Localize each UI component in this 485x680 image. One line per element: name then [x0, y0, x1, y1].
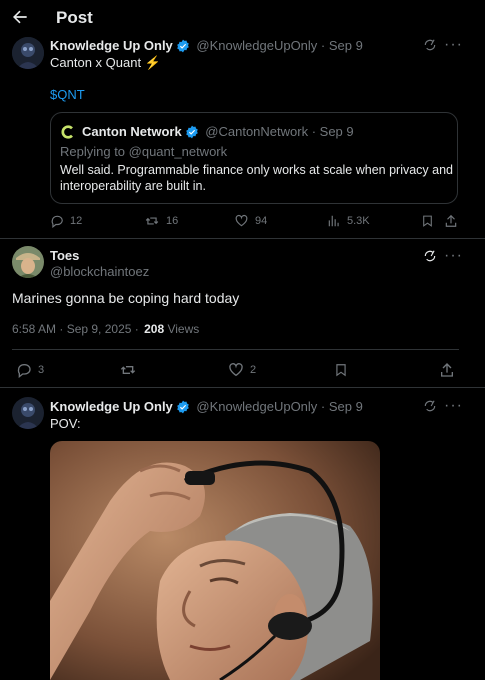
more-options-icon[interactable]: ··· — [444, 36, 463, 54]
views-label: Views — [167, 322, 200, 336]
reply-icon — [17, 364, 31, 378]
share-button[interactable] — [444, 214, 458, 228]
like-count: 94 — [255, 215, 268, 227]
views-count: 5.3K — [347, 215, 370, 227]
post-text: POV: — [50, 416, 81, 431]
post-date[interactable]: · Sep 9 — [321, 38, 363, 53]
author-handle[interactable]: @blockchaintoez — [50, 264, 149, 279]
bookmark-button[interactable] — [421, 214, 434, 228]
avatar[interactable] — [12, 37, 44, 69]
bookmark-icon — [336, 364, 346, 377]
repost-icon — [145, 217, 159, 225]
avatar[interactable] — [12, 397, 44, 429]
quoted-author-name: Canton Network — [82, 124, 182, 139]
like-count: 2 — [250, 364, 257, 376]
quoted-text-line1: Well said. Programmable finance only wor… — [60, 163, 454, 177]
divider — [0, 238, 485, 239]
avatar-image — [12, 37, 44, 69]
post-media-image[interactable] — [50, 441, 380, 680]
views-icon — [328, 215, 339, 227]
reply-button[interactable]: 3 — [16, 362, 44, 378]
post-text: Marines gonna be coping hard today — [12, 290, 240, 306]
avatar[interactable] — [12, 246, 44, 278]
verified-badge-icon — [185, 125, 198, 139]
page-title: Post — [56, 8, 93, 27]
avatar-image — [12, 397, 44, 429]
repost-icon — [120, 366, 136, 374]
bookmark-icon — [423, 215, 432, 227]
verified-badge-icon — [177, 400, 189, 414]
grok-icon[interactable] — [423, 249, 437, 266]
divider — [0, 387, 485, 388]
quoted-handle: @CantonNetwork — [205, 124, 309, 139]
author-name[interactable]: Knowledge Up Only — [50, 399, 173, 414]
grok-icon[interactable] — [423, 38, 437, 55]
author-name[interactable]: Knowledge Up Only — [50, 38, 173, 53]
like-button[interactable]: 94 — [234, 214, 267, 228]
share-icon — [441, 363, 453, 377]
reply-icon — [51, 215, 63, 228]
grok-icon[interactable] — [423, 399, 437, 416]
repost-button[interactable] — [119, 362, 137, 378]
divider — [12, 349, 459, 350]
share-icon — [445, 214, 457, 227]
verified-badge-icon — [177, 39, 189, 53]
author-handle[interactable]: @KnowledgeUpOnly — [196, 399, 317, 414]
lightning-emoji: ⚡ — [144, 55, 161, 70]
like-button[interactable]: 2 — [228, 362, 256, 378]
views-button[interactable]: 5.3K — [327, 214, 370, 228]
reply-count: 3 — [38, 364, 45, 376]
more-options-icon[interactable]: ··· — [444, 247, 463, 265]
quoted-avatar — [60, 124, 76, 140]
share-button[interactable] — [439, 362, 455, 378]
more-options-icon[interactable]: ··· — [444, 397, 463, 415]
reply-count: 12 — [70, 215, 83, 227]
heart-icon — [235, 214, 248, 227]
repost-count: 16 — [166, 215, 179, 227]
replying-to: Replying to @quant_network — [60, 144, 228, 159]
author-handle[interactable]: @KnowledgeUpOnly — [196, 38, 317, 53]
back-button[interactable] — [10, 7, 32, 29]
bookmark-button[interactable] — [334, 362, 348, 378]
cashtag-link[interactable]: $QNT — [50, 87, 85, 102]
post-text: Canton x Quant — [50, 55, 142, 70]
views-count: 208 — [144, 322, 165, 336]
author-name[interactable]: Toes — [50, 248, 79, 263]
canton-logo-icon — [61, 125, 73, 139]
quoted-date: · Sep 9 — [311, 124, 354, 139]
heart-icon — [229, 363, 243, 377]
avatar-image — [12, 246, 44, 278]
repost-button[interactable]: 16 — [144, 214, 178, 228]
arrow-left-icon — [13, 10, 27, 24]
post-timestamp[interactable]: 6:58 AM · Sep 9, 2025 · — [12, 322, 139, 336]
reply-button[interactable]: 12 — [50, 214, 82, 228]
post-date[interactable]: · Sep 9 — [321, 399, 363, 414]
quoted-text-line2: interoperability are built in. — [60, 179, 206, 193]
